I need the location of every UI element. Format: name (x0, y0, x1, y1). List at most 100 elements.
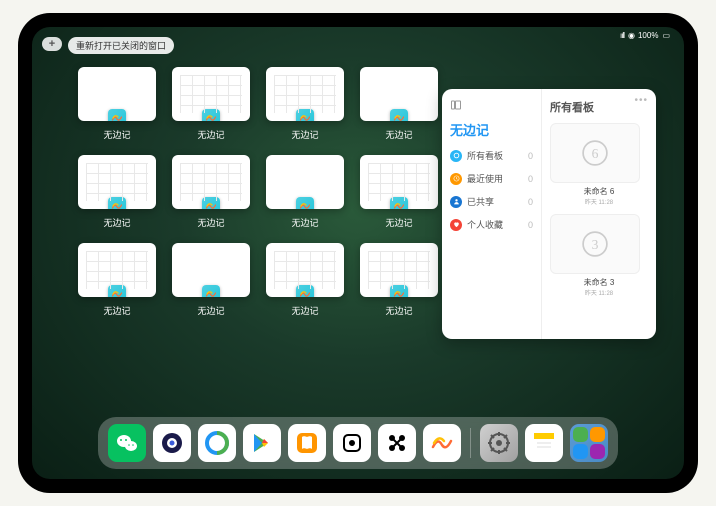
dock-dice-icon[interactable] (333, 424, 371, 462)
reopen-closed-window-button[interactable]: 重新打开已关闭的窗口 (68, 37, 174, 54)
category-row[interactable]: 最近使用 0 (450, 172, 533, 185)
category-label: 所有看板 (467, 149, 523, 162)
dock-connect-icon[interactable] (378, 424, 416, 462)
plus-icon: + (49, 38, 55, 50)
freeform-app-icon (390, 109, 408, 121)
freeform-app-icon (108, 109, 126, 121)
more-icon[interactable]: ••• (634, 95, 648, 106)
freeform-app-icon (296, 109, 314, 121)
svg-text:3: 3 (592, 237, 599, 252)
window-thumbnail[interactable]: 无边记 (266, 243, 344, 317)
category-row[interactable]: 所有看板 0 (450, 149, 533, 162)
window-label: 无边记 (197, 304, 224, 317)
heart-icon (450, 219, 462, 231)
thumbnail-preview (172, 243, 250, 297)
panel-boards: ••• 所有看板 6 未命名 6 昨天 11:28 3 未命名 3 昨天 11:… (542, 89, 656, 339)
window-thumbnail[interactable]: 无边记 (172, 67, 250, 141)
window-thumbnail[interactable]: 无边记 (266, 155, 344, 229)
dock-quark-icon[interactable] (153, 424, 191, 462)
window-label: 无边记 (291, 304, 318, 317)
dock-books-icon[interactable] (288, 424, 326, 462)
dock-settings-icon[interactable] (480, 424, 518, 462)
freeform-app-icon (108, 197, 126, 209)
freeform-app-icon (108, 285, 126, 297)
category-label: 已共享 (467, 195, 523, 208)
battery-text: 100% (638, 31, 658, 40)
svg-text:6: 6 (592, 146, 599, 161)
window-label: 无边记 (197, 216, 224, 229)
freeform-app-icon (202, 285, 220, 297)
freeform-app-icon (390, 285, 408, 297)
sidebar-toggle-icon[interactable] (450, 99, 533, 114)
category-count: 0 (528, 220, 533, 230)
dock-separator (470, 428, 471, 458)
window-thumbnail[interactable]: 无边记 (360, 67, 438, 141)
window-thumbnail[interactable]: 无边记 (360, 155, 438, 229)
window-thumbnail[interactable]: 无边记 (266, 67, 344, 141)
screen: ııll ◉ 100% ▭ + 重新打开已关闭的窗口 无边记 无边记 无边记 无… (32, 27, 684, 479)
category-label: 个人收藏 (467, 218, 523, 231)
dock-notes-icon[interactable] (525, 424, 563, 462)
board-thumbnail: 6 (550, 123, 640, 183)
thumbnail-preview (266, 155, 344, 209)
dock (98, 417, 618, 469)
signal-icon: ııll (620, 31, 624, 40)
category-row[interactable]: 个人收藏 0 (450, 218, 533, 231)
thumbnail-preview (78, 243, 156, 297)
board-timestamp: 昨天 11:28 (550, 288, 648, 297)
board-thumbnail: 3 (550, 214, 640, 274)
window-thumbnail[interactable]: 无边记 (172, 243, 250, 317)
dock-wechat-icon[interactable] (108, 424, 146, 462)
person-icon (450, 196, 462, 208)
thumbnail-preview (266, 67, 344, 121)
freeform-sidebar-panel[interactable]: 无边记 所有看板 0 最近使用 0 已共享 0 个人收藏 0 ••• 所有看板 … (442, 89, 656, 339)
window-label: 无边记 (291, 128, 318, 141)
panel-app-title: 无边记 (450, 120, 533, 139)
category-count: 0 (528, 197, 533, 207)
panel-right-title: 所有看板 (550, 99, 648, 115)
dock-qqbrowser-icon[interactable] (198, 424, 236, 462)
thumbnail-preview (78, 67, 156, 121)
window-thumbnail[interactable]: 无边记 (172, 155, 250, 229)
category-count: 0 (528, 174, 533, 184)
thumbnail-preview (360, 155, 438, 209)
thumbnail-preview (172, 67, 250, 121)
dock-playstore-icon[interactable] (243, 424, 281, 462)
window-label: 无边记 (385, 128, 412, 141)
board-item[interactable]: 6 未命名 6 昨天 11:28 (550, 123, 648, 206)
dock-freeform-icon[interactable] (423, 424, 461, 462)
app-library-icon (573, 427, 605, 459)
board-timestamp: 昨天 11:28 (550, 197, 648, 206)
window-label: 无边记 (103, 304, 130, 317)
window-thumbnail[interactable]: 无边记 (360, 243, 438, 317)
thumbnail-preview (172, 155, 250, 209)
thumbnail-preview (266, 243, 344, 297)
category-label: 最近使用 (467, 172, 523, 185)
dock-recents-icon[interactable] (570, 424, 608, 462)
window-label: 无边记 (291, 216, 318, 229)
circle-icon (450, 150, 462, 162)
window-thumbnail[interactable]: 无边记 (78, 243, 156, 317)
category-row[interactable]: 已共享 0 (450, 195, 533, 208)
clock-icon (450, 173, 462, 185)
window-label: 无边记 (197, 128, 224, 141)
freeform-app-icon (202, 109, 220, 121)
freeform-app-icon (390, 197, 408, 209)
board-item[interactable]: 3 未命名 3 昨天 11:28 (550, 214, 648, 297)
freeform-app-icon (202, 197, 220, 209)
ipad-frame: ııll ◉ 100% ▭ + 重新打开已关闭的窗口 无边记 无边记 无边记 无… (18, 13, 698, 493)
board-label: 未命名 3 (550, 277, 648, 288)
window-label: 无边记 (385, 304, 412, 317)
board-label: 未命名 6 (550, 186, 648, 197)
window-thumbnail[interactable]: 无边记 (78, 67, 156, 141)
status-bar: ııll ◉ 100% ▭ (620, 31, 670, 40)
thumbnail-preview (78, 155, 156, 209)
window-label: 无边记 (103, 128, 130, 141)
thumbnail-preview (360, 243, 438, 297)
app-expose-grid: 无边记 无边记 无边记 无边记 无边记 无边记 无边记 无边记 (78, 67, 438, 317)
add-button[interactable]: + (42, 37, 62, 51)
window-thumbnail[interactable]: 无边记 (78, 155, 156, 229)
window-label: 无边记 (103, 216, 130, 229)
wifi-icon: ◉ (628, 31, 634, 40)
category-count: 0 (528, 151, 533, 161)
